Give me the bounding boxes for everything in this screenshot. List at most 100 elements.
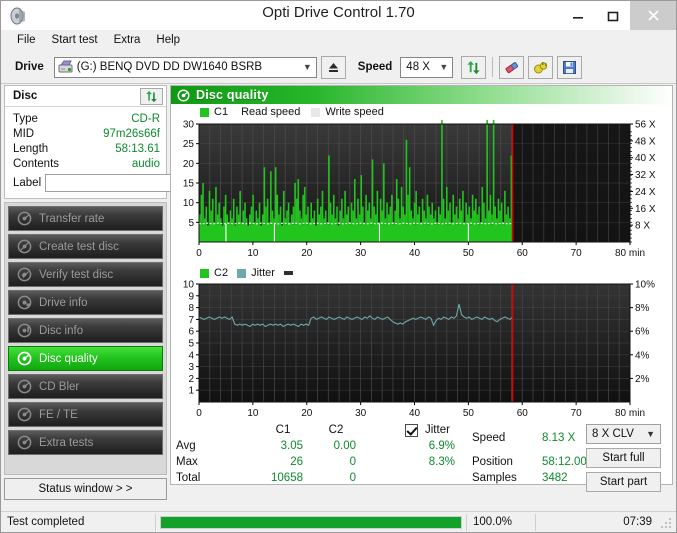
elapsed-time: 07:39	[623, 516, 652, 528]
stats-max-c1: 26	[290, 456, 303, 468]
sidebar-item-extra-tests[interactable]: Extra tests	[8, 430, 163, 455]
main-body: Disc Type CD-R MID 97m26s66f Length 58:1…	[1, 84, 676, 500]
sidebar-item-fe-te[interactable]: FE / TE	[8, 402, 163, 427]
speed-label: Speed	[357, 61, 393, 73]
svg-text:15: 15	[183, 179, 195, 190]
sidebar-item-label: Verify test disc	[39, 268, 114, 281]
start-part-button[interactable]: Start part	[586, 472, 661, 492]
left-sidebar: Disc Type CD-R MID 97m26s66f Length 58:1…	[4, 85, 251, 500]
write-speed-value: 8 X CLV	[592, 428, 634, 440]
svg-text:6: 6	[188, 327, 194, 338]
stats-total-c1: 10658	[271, 472, 303, 484]
refresh-button[interactable]	[461, 55, 487, 79]
menu-item-extra[interactable]: Extra	[106, 32, 149, 48]
disc-burn-icon	[17, 239, 32, 254]
menu-bar: File Start test Extra Help	[1, 30, 676, 51]
c1-chart-container: C1 Read speed Write speed 5 10 15 20 25 30 8 X…	[171, 104, 672, 267]
disc-row-key: Contents	[13, 157, 60, 170]
disc-row-value: audio	[131, 157, 160, 170]
svg-text:32 X: 32 X	[635, 170, 656, 181]
disc-label-row: Label	[13, 173, 251, 193]
svg-text:8%: 8%	[635, 303, 650, 314]
svg-text:10%: 10%	[635, 280, 655, 291]
svg-text:80 min: 80 min	[615, 408, 645, 419]
disc-verify-icon	[17, 267, 32, 282]
sidebar-item-create-test-disc[interactable]: Create test disc	[8, 234, 163, 259]
stats-speed-value: 8.13 X	[542, 432, 576, 444]
svg-text:6%: 6%	[635, 327, 650, 338]
svg-text:5: 5	[188, 218, 194, 229]
jitter-chart-container: C2 Jitter 1 2 3 4 5 6 7 8 9 10 2% 4% 6% 8% 10% 0 10 20 30 4…	[171, 267, 672, 422]
svg-text:10: 10	[247, 248, 259, 259]
speed-value: 48 X	[406, 61, 430, 73]
disc-row-contents: Contents audio	[13, 156, 160, 171]
maximize-button[interactable]	[595, 1, 630, 30]
eject-button[interactable]	[320, 55, 346, 79]
disc-quality-icon	[17, 351, 32, 366]
jitter-checkbox[interactable]	[405, 424, 418, 437]
disc-panel-title: Disc	[13, 90, 38, 102]
sidebar-item-verify-test-disc[interactable]: Verify test disc	[8, 262, 163, 287]
stats-position-label: Position	[472, 456, 513, 468]
svg-text:60: 60	[517, 408, 529, 419]
drive-info-icon	[17, 295, 32, 310]
close-button[interactable]	[630, 1, 676, 30]
sidebar-item-disc-quality[interactable]: Disc quality	[8, 346, 163, 371]
svg-text:24 X: 24 X	[635, 187, 656, 198]
sidebar-item-transfer-rate[interactable]: Transfer rate	[8, 206, 163, 231]
sidebar-item-label: CD Bler	[39, 380, 80, 393]
svg-text:0: 0	[196, 248, 202, 259]
start-full-button[interactable]: Start full	[586, 448, 661, 468]
svg-text:8 X: 8 X	[635, 221, 650, 232]
svg-text:20: 20	[301, 248, 313, 259]
write-speed-legend-label: Write speed	[325, 106, 384, 118]
svg-text:40 X: 40 X	[635, 153, 656, 164]
disc-refresh-button[interactable]	[140, 87, 163, 105]
stats-max-c2: 0	[349, 456, 356, 468]
stats-col-c2: C2	[328, 424, 344, 436]
svg-text:10: 10	[183, 198, 195, 209]
write-speed-select[interactable]: 8 X CLV ▼	[586, 424, 661, 444]
sidebar-item-disc-info[interactable]: Disc info	[8, 318, 163, 343]
menu-item-file[interactable]: File	[9, 32, 44, 48]
minimize-button[interactable]	[560, 1, 595, 30]
disc-quality-icon	[177, 88, 190, 102]
svg-text:8: 8	[188, 303, 194, 314]
svg-text:2: 2	[188, 374, 194, 385]
sidebar-item-label: Transfer rate	[39, 212, 105, 225]
write-speed-legend-swatch	[311, 107, 321, 117]
sidebar-item-cd-bler[interactable]: CD Bler	[8, 374, 163, 399]
sidebar-item-label: Disc quality	[39, 352, 98, 365]
disc-row-length: Length 58:13.61	[13, 141, 160, 156]
svg-text:4: 4	[188, 350, 194, 361]
menu-item-help[interactable]: Help	[148, 32, 188, 48]
resize-grip[interactable]	[661, 518, 673, 530]
window-controls	[560, 1, 676, 30]
plug-config-button[interactable]	[528, 55, 554, 79]
speed-select[interactable]: 48 X ▼	[400, 56, 454, 78]
disc-row-value: 58:13.61	[115, 142, 160, 155]
status-window-label: Status window > >	[38, 483, 133, 495]
menu-item-start-test[interactable]: Start test	[44, 32, 106, 48]
c1-legend-label: C1	[214, 106, 229, 118]
jitter-chart: 123456789102%4%6%8%10%0 10 20 30 40 50 60 70 80 …	[183, 280, 655, 419]
sidebar-item-drive-info[interactable]: Drive info	[8, 290, 163, 315]
erase-button[interactable]	[499, 55, 525, 79]
status-window-button[interactable]: Status window > >	[4, 478, 167, 500]
nav-filler	[8, 458, 163, 471]
chevron-down-icon[interactable]: ▼	[435, 58, 452, 77]
status-message: Test completed	[7, 516, 85, 528]
status-bar: Test completed 100.0% 07:39	[1, 511, 676, 532]
chevron-down-icon[interactable]: ▼	[299, 58, 316, 77]
svg-text:30: 30	[183, 120, 195, 131]
svg-text:10: 10	[183, 280, 195, 291]
start-part-label: Start part	[599, 476, 648, 488]
save-button[interactable]	[557, 55, 583, 79]
svg-text:10: 10	[247, 408, 259, 419]
c1-chart: 5 10 15 20 25 30 8 X 16 X 24 X 32 X 40 X 48 X 56 X 0 1…	[183, 120, 656, 259]
chevron-down-icon[interactable]: ▼	[646, 429, 655, 439]
read-speed-legend-label: Read speed	[241, 106, 301, 118]
stats-speed-label: Speed	[472, 432, 506, 444]
drive-select[interactable]: (G:) BENQ DVD DD DW1640 BSRB ▼	[53, 56, 317, 78]
svg-text:48 X: 48 X	[635, 136, 656, 147]
